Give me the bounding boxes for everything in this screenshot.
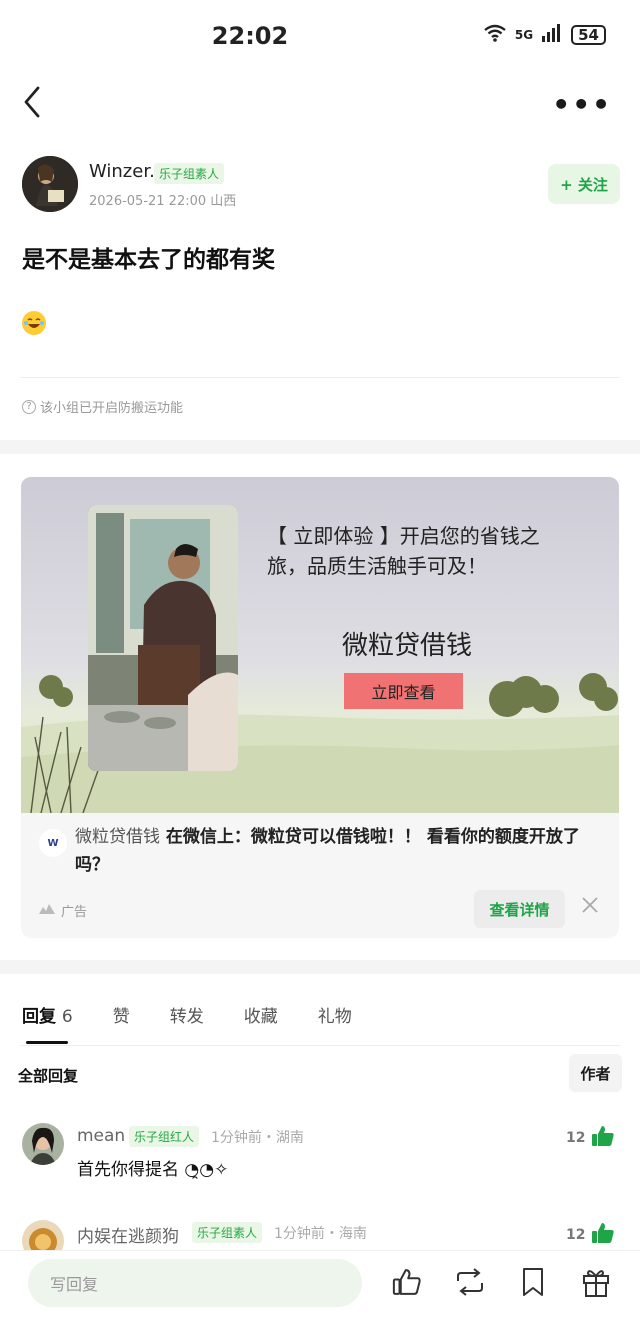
- signal-icon: [541, 24, 563, 45]
- ad-mark-icon: [39, 903, 55, 918]
- comment-like-count: 12: [566, 1130, 586, 1146]
- interaction-tabs: 回复 6 赞 转发 收藏 礼物: [22, 1002, 392, 1027]
- ad-video-thumbnail[interactable]: [88, 505, 238, 771]
- thumbs-up-icon: [591, 1124, 615, 1152]
- ad-description[interactable]: 微粒贷借钱 在微信上：微粒贷可以借钱啦！！ 看看你的额度开放了吗？: [75, 823, 605, 879]
- gift-icon[interactable]: [580, 1266, 612, 1298]
- laughing-emoji-icon: [22, 311, 46, 335]
- question-icon: ?: [22, 399, 36, 414]
- advertiser-name: 微粒贷借钱: [75, 827, 160, 847]
- post-text: 是不是基本去了的都有奖: [22, 247, 275, 273]
- comment-like-button[interactable]: 12: [566, 1221, 615, 1249]
- ad-label: 广告: [39, 901, 87, 920]
- ad-image[interactable]: 【 立即体验 】开启您的省钱之旅，品质生活触手可及！ 微粒贷借钱 立即查看: [21, 477, 619, 813]
- tab-replies-count: 6: [61, 1007, 73, 1027]
- status-time: 22:02: [211, 22, 289, 50]
- section-separator: [0, 440, 640, 454]
- all-replies-title: 全部回复: [18, 1067, 79, 1085]
- repost-icon[interactable]: [454, 1266, 486, 1298]
- comment-like-count: 12: [566, 1227, 586, 1243]
- back-button[interactable]: [14, 82, 50, 122]
- author-only-toggle[interactable]: 作者: [569, 1054, 622, 1092]
- chevron-left-icon: [24, 86, 40, 118]
- comment-avatar[interactable]: [22, 1123, 64, 1165]
- section-separator: [0, 960, 640, 974]
- ad-detail-button[interactable]: 查看详情: [474, 890, 565, 928]
- tab-gifts[interactable]: 礼物: [318, 1002, 352, 1027]
- notice-text: 该小组已开启防搬运功能: [40, 401, 184, 416]
- author-badge: 乐子组素人: [154, 163, 225, 184]
- tab-replies[interactable]: 回复 6: [22, 1002, 73, 1027]
- anti-repost-notice: ? 该小组已开启防搬运功能: [22, 397, 183, 416]
- more-options-button[interactable]: •••: [552, 88, 612, 121]
- comment-text: 首先你得提名 ◔̯◔✧: [77, 1160, 229, 1180]
- network-label: 5G: [514, 27, 534, 42]
- divider: [20, 377, 620, 378]
- active-tab-indicator: [26, 1041, 68, 1044]
- comment-author-badge: 乐子组红人: [129, 1126, 200, 1147]
- comment-author-badge: 乐子组素人: [192, 1222, 263, 1243]
- tab-replies-label: 回复: [22, 1007, 56, 1027]
- thumbs-up-icon: [591, 1221, 615, 1249]
- status-icons: 5G 54: [483, 24, 606, 45]
- post-meta: 2026-05-21 22:00 山西: [89, 194, 237, 209]
- wifi-icon: [483, 24, 507, 45]
- ad-cta-button[interactable]: 立即查看: [344, 673, 463, 709]
- comment-author-name[interactable]: mean: [77, 1126, 125, 1146]
- author-name[interactable]: Winzer.: [89, 161, 155, 182]
- ad-brand: 微粒贷借钱: [341, 631, 472, 661]
- bookmark-icon[interactable]: [517, 1266, 549, 1298]
- comment-author-name[interactable]: 内娱在逃颜狗: [77, 1222, 179, 1247]
- battery-icon: 54: [571, 24, 606, 45]
- advertiser-logo: W: [39, 829, 67, 857]
- tab-reposts[interactable]: 转发: [170, 1002, 204, 1027]
- tab-likes[interactable]: 赞: [113, 1002, 130, 1027]
- ad-label-text: 广告: [61, 905, 88, 920]
- tab-favorites[interactable]: 收藏: [244, 1002, 278, 1027]
- comment-meta: 1分钟前・海南: [274, 1226, 367, 1242]
- follow-button[interactable]: + 关注: [548, 164, 620, 204]
- close-icon[interactable]: [581, 895, 599, 920]
- comment-meta: 1分钟前・湖南: [211, 1130, 304, 1146]
- reply-input[interactable]: 写回复: [28, 1259, 362, 1307]
- like-icon[interactable]: [391, 1266, 423, 1298]
- divider: [20, 1045, 620, 1046]
- ad-card[interactable]: 【 立即体验 】开启您的省钱之旅，品质生活触手可及！ 微粒贷借钱 立即查看 W …: [21, 477, 619, 938]
- comment-like-button[interactable]: 12: [566, 1124, 615, 1152]
- ad-headline: 【 立即体验 】开启您的省钱之旅，品质生活触手可及！: [267, 524, 540, 578]
- author-avatar[interactable]: [22, 156, 78, 212]
